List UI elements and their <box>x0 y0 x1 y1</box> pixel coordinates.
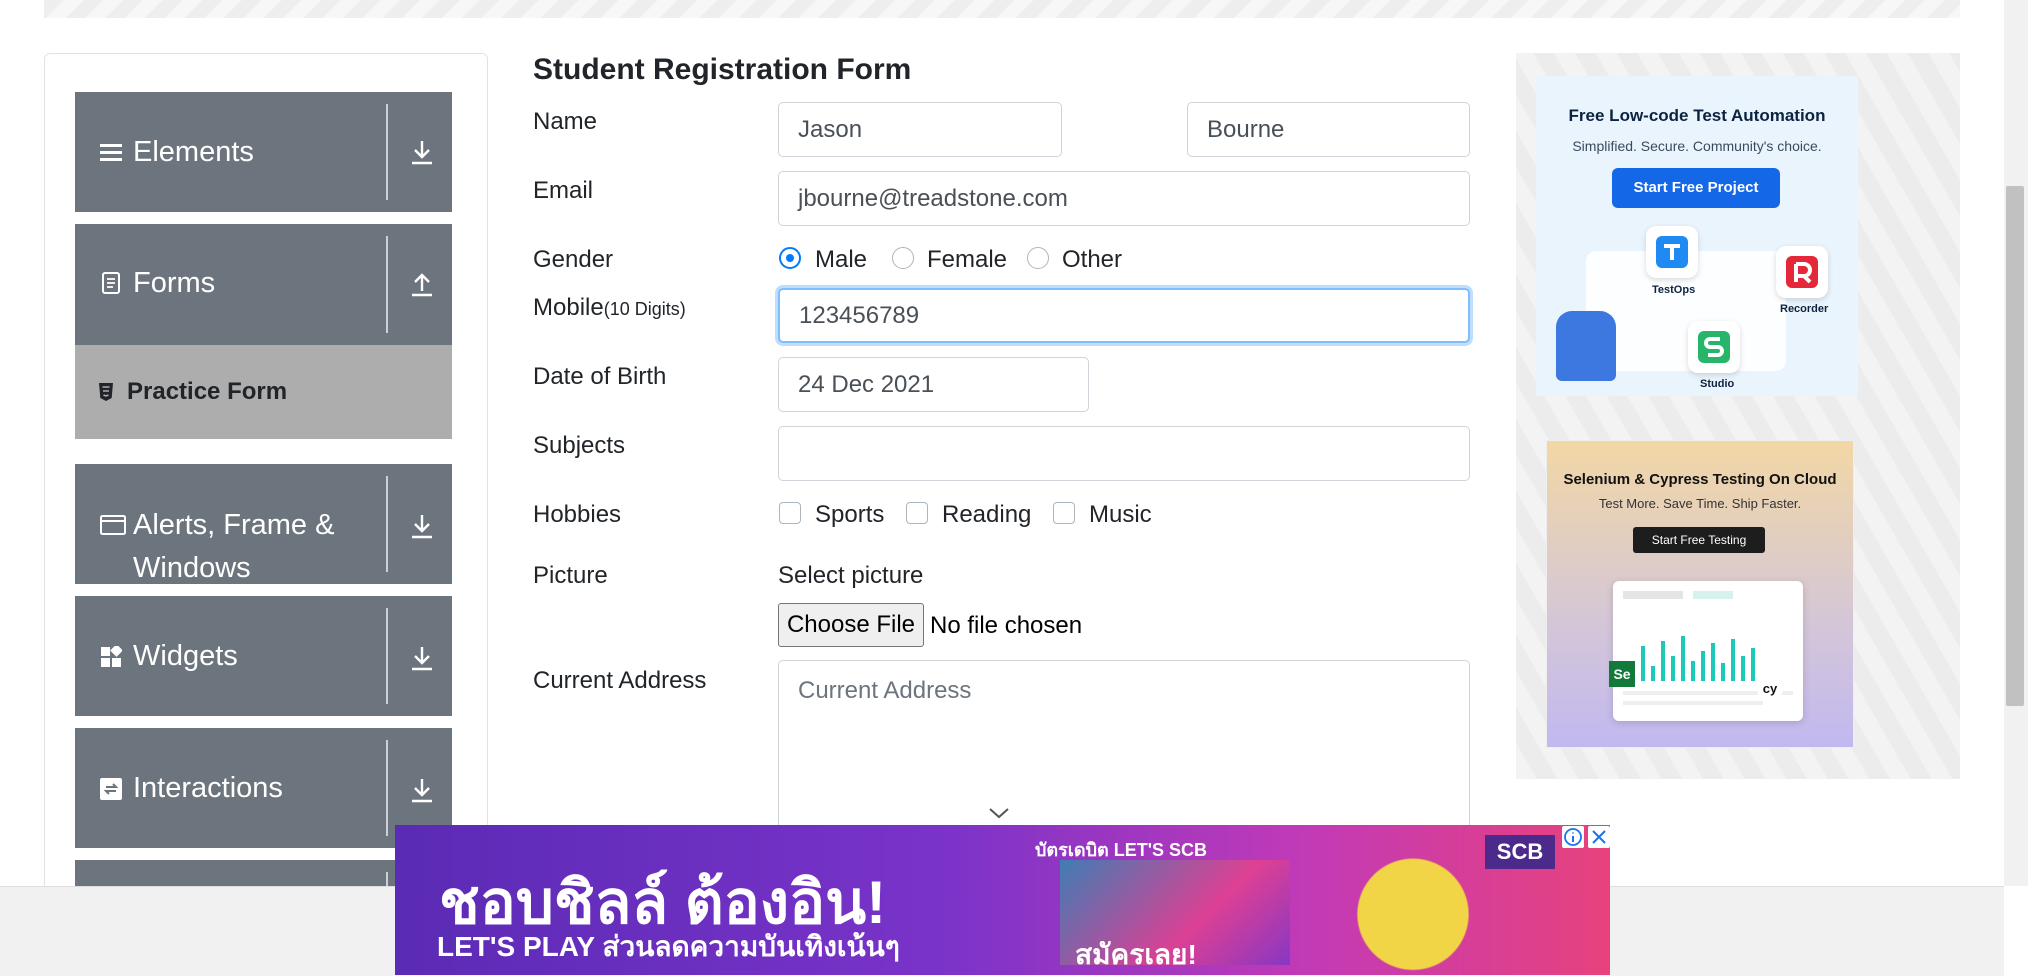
gender-female-label[interactable]: Female <box>927 246 1007 274</box>
email-input[interactable]: jbourne@treadstone.com <box>778 171 1470 226</box>
name-label: Name <box>533 108 598 135</box>
gender-other-radio[interactable] <box>1027 247 1049 269</box>
select-picture-label: Select picture <box>778 562 924 589</box>
last-name-input[interactable]: Bourne <box>1187 102 1470 157</box>
top-decorative-strip <box>44 0 1960 18</box>
ad-close-icon[interactable] <box>1588 826 1610 848</box>
recorder-icon <box>1776 246 1828 298</box>
email-label: Email <box>533 177 594 204</box>
hobby-music-checkbox[interactable] <box>1053 502 1075 524</box>
divider <box>386 608 388 704</box>
ad-start-testing-button[interactable]: Start Free Testing <box>1633 527 1765 553</box>
download-arrow-icon[interactable] <box>408 776 436 804</box>
chevron-down-icon[interactable] <box>988 804 1010 822</box>
hobby-sports-label[interactable]: Sports <box>815 501 884 529</box>
nav-item-practice-form[interactable]: Practice Form <box>75 345 452 439</box>
nav-item-label: Practice Form <box>127 378 288 405</box>
gender-other-label[interactable]: Other <box>1062 246 1122 274</box>
interactions-icon <box>100 778 122 800</box>
download-arrow-icon[interactable] <box>408 138 436 166</box>
hobby-reading-checkbox[interactable] <box>906 502 928 524</box>
robot-illustration <box>1556 311 1616 381</box>
testops-icon <box>1646 226 1698 278</box>
subjects-input[interactable] <box>778 426 1470 481</box>
first-name-input[interactable]: Jason <box>778 102 1062 157</box>
file-status-text: No file chosen <box>930 612 1083 639</box>
date-of-birth-input[interactable]: 24 Dec 2021 <box>778 357 1089 412</box>
hobby-sports-checkbox[interactable] <box>779 502 801 524</box>
divider <box>386 476 388 572</box>
banner-brand-logo: SCB <box>1485 835 1555 869</box>
mobile-label: Mobile(10 Digits) <box>533 294 686 322</box>
divider <box>386 740 388 836</box>
ad-start-project-button[interactable]: Start Free Project <box>1612 168 1780 208</box>
ad-subtitle: Test More. Save Time. Ship Faster. <box>1598 496 1802 511</box>
ad-subtitle: Simplified. Secure. Community's choice. <box>1572 138 1822 154</box>
subjects-label: Subjects <box>533 432 626 459</box>
form-title: Student Registration Form <box>533 53 912 86</box>
divider <box>386 104 388 200</box>
mobile-label-text: Mobile <box>533 294 604 321</box>
menu-icon <box>100 144 122 161</box>
nav-group-label: Widgets <box>133 640 238 672</box>
nav-group-elements[interactable]: Elements <box>75 92 452 212</box>
cypress-icon: cy <box>1757 676 1783 702</box>
ad-lambdatest[interactable]: Selenium & Cypress Testing On Cloud Test… <box>1546 440 1854 748</box>
tile-caption: TestOps <box>1652 284 1696 296</box>
gender-female-radio[interactable] <box>892 247 914 269</box>
widgets-icon <box>101 646 122 667</box>
dob-label: Date of Birth <box>533 363 667 390</box>
banner-top-text: บัตรเดบิต LET'S SCB <box>1035 840 1208 860</box>
choose-file-button[interactable]: Choose File <box>778 603 924 647</box>
nav-group-alerts-frame-windows[interactable]: Alerts, Frame & Windows <box>75 464 452 584</box>
current-address-label: Current Address <box>533 667 707 694</box>
nav-group-label: Alerts, Frame & <box>133 509 335 541</box>
banner-cta-text[interactable]: สมัครเลย! <box>1075 933 1197 975</box>
picture-label: Picture <box>533 562 608 589</box>
selenium-icon: Se <box>1609 661 1635 687</box>
ad-info-icon[interactable] <box>1562 826 1584 848</box>
download-arrow-icon[interactable] <box>408 512 436 540</box>
tile-caption: Studio <box>1700 378 1735 390</box>
document-icon <box>102 272 120 294</box>
gender-male-radio[interactable] <box>779 247 801 269</box>
nav-group-label: Windows <box>133 552 251 584</box>
nav-group-label: Elements <box>133 136 254 168</box>
ad-katalon[interactable]: Free Low-code Test Automation Simplified… <box>1536 76 1858 396</box>
studio-icon <box>1688 321 1740 373</box>
bottom-banner-ad[interactable]: บัตรเดบิต LET'S SCB ชอบชิลล์ ต้องอิน! LE… <box>395 825 1610 975</box>
tile-caption: Recorder <box>1780 303 1829 315</box>
html5-icon <box>99 383 113 401</box>
nav-group-label: Interactions <box>133 772 283 804</box>
banner-person-illustration <box>1275 840 1505 975</box>
banner-small-text: LET'S PLAY ส่วนลดความบันเทิงเน้นๆ <box>437 931 900 962</box>
mobile-input[interactable]: 123456789 <box>778 288 1470 343</box>
scrollbar-thumb[interactable] <box>2006 186 2024 706</box>
nav-group-label: Forms <box>133 267 216 299</box>
gender-male-label[interactable]: Male <box>815 246 867 274</box>
window-icon <box>100 515 126 535</box>
hobbies-label: Hobbies <box>533 501 622 528</box>
mobile-hint: (10 Digits) <box>603 299 686 319</box>
ad-title: Selenium & Cypress Testing On Cloud <box>1563 471 1837 488</box>
download-arrow-icon[interactable] <box>408 644 436 672</box>
divider <box>386 236 388 333</box>
hobby-music-label[interactable]: Music <box>1089 501 1152 529</box>
upload-arrow-icon[interactable] <box>408 270 436 298</box>
gender-label: Gender <box>533 246 614 273</box>
nav-group-forms[interactable]: Forms <box>75 224 452 345</box>
hobby-reading-label[interactable]: Reading <box>942 501 1031 529</box>
ad-title: Free Low-code Test Automation <box>1568 106 1826 125</box>
nav-group-widgets[interactable]: Widgets <box>75 596 452 716</box>
